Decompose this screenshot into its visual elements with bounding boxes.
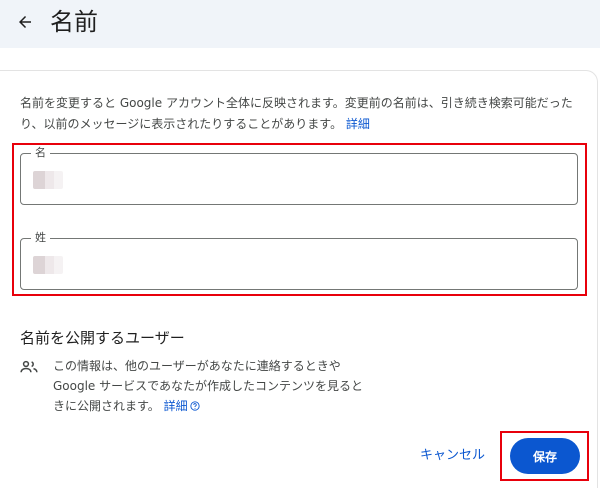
top-bar: 名前 xyxy=(0,0,600,48)
last-name-label: 姓 xyxy=(31,230,50,246)
first-name-value-redacted xyxy=(33,171,63,189)
arrow-left-icon xyxy=(19,16,31,28)
first-name-field[interactable]: 名 xyxy=(20,145,578,205)
page-title: 名前 xyxy=(50,8,98,36)
people-icon xyxy=(20,360,38,373)
visibility-info-line-1: この情報は、他のユーザーがあなたに連絡するときや xyxy=(53,359,341,373)
last-name-value-redacted xyxy=(33,256,63,274)
visibility-title: 名前を公開するユーザー xyxy=(20,329,185,347)
description-text: 名前を変更すると Google アカウント全体に反映されます。変更前の名前は、引… xyxy=(20,96,573,131)
visibility-info-line-3-text: きに公開されます。 xyxy=(53,399,160,413)
help-circle-icon[interactable] xyxy=(190,401,200,411)
last-name-field[interactable]: 姓 xyxy=(20,230,578,290)
visibility-info-line-3: きに公開されます。 詳細 xyxy=(53,396,383,416)
first-name-label: 名 xyxy=(31,145,50,161)
visibility-info: この情報は、他のユーザーがあなたに連絡するときや Google サービスであなた… xyxy=(53,356,383,416)
learn-more-link[interactable]: 詳細 xyxy=(346,117,370,131)
description: 名前を変更すると Google アカウント全体に反映されます。変更前の名前は、引… xyxy=(20,93,580,135)
cancel-button[interactable]: キャンセル xyxy=(420,446,485,466)
back-button[interactable] xyxy=(12,9,38,35)
save-button[interactable]: 保存 xyxy=(510,438,580,474)
visibility-info-line-2: Google サービスであなたが作成したコンテンツを見ると xyxy=(53,379,364,393)
visibility-learn-more-link[interactable]: 詳細 xyxy=(164,399,188,413)
